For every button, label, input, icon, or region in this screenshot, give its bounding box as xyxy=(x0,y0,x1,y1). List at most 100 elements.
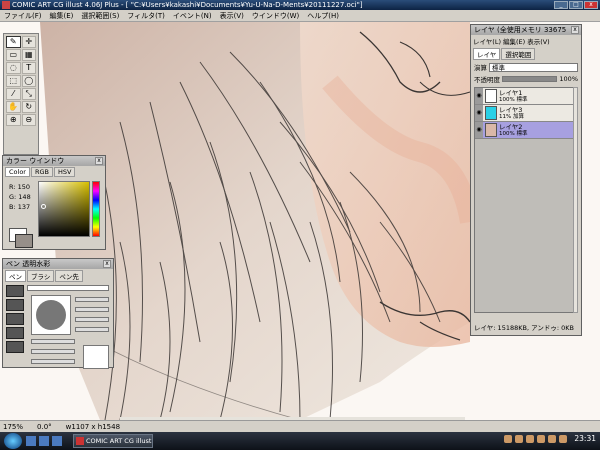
opacity-slider[interactable] xyxy=(502,76,558,82)
menu-view[interactable]: 表示(V) xyxy=(216,11,248,21)
tray-icon[interactable] xyxy=(504,434,513,443)
hand-icon[interactable]: ✋ xyxy=(6,101,21,113)
lasso-tool-icon[interactable]: ◌ xyxy=(6,62,21,74)
brush-preset[interactable] xyxy=(6,285,24,297)
tab-color[interactable]: Color xyxy=(5,167,30,177)
current-color-swatch[interactable] xyxy=(15,234,33,248)
window-title: COMIC ART CG illust 4.06J Plus - [ "C:¥U… xyxy=(12,1,363,9)
app-icon xyxy=(2,1,10,9)
tray-icon[interactable] xyxy=(548,434,557,443)
zoom-in-icon[interactable]: ⊕ xyxy=(6,114,21,126)
quicklaunch-icon[interactable] xyxy=(26,436,36,446)
pen-param-slider[interactable] xyxy=(75,297,109,302)
blend-mode-label: 演算 xyxy=(474,64,487,72)
saturation-value-picker[interactable] xyxy=(38,181,90,237)
menu-event[interactable]: イベント(N) xyxy=(169,11,216,21)
tab-selection[interactable]: 選択範囲 xyxy=(501,48,536,60)
canvas-size: w1107 x h1548 xyxy=(65,422,121,431)
green-value: G: 148 xyxy=(9,193,31,201)
layer-list-scrollbar[interactable] xyxy=(573,87,578,313)
pen-param-slider[interactable] xyxy=(75,307,109,312)
layer-mode: 100% 標準 xyxy=(499,130,528,137)
blend-mode-select[interactable]: 標準 xyxy=(489,62,578,72)
text-tool-icon[interactable]: T xyxy=(21,62,36,74)
status-bar: 175% 0.0° w1107 x h1548 xyxy=(0,420,600,432)
menu-filter[interactable]: フィルタ(T) xyxy=(123,11,169,21)
tab-rgb[interactable]: RGB xyxy=(30,167,53,177)
tray-icon[interactable] xyxy=(559,434,568,443)
quicklaunch-icon[interactable] xyxy=(52,436,62,446)
layer-list: ◉ レイヤ1 100% 標準 ◉ レイヤ3 11% 加算 ◉ レイヤ2 100%… xyxy=(474,87,574,313)
color-window-title-text: カラー ウインドウ xyxy=(6,157,65,165)
brush-preset[interactable] xyxy=(6,313,24,325)
color-window: カラー ウインドウ x Color RGB HSV R: 150 G: 148 … xyxy=(2,155,106,250)
pressure-curve[interactable] xyxy=(83,345,109,369)
menu-help[interactable]: ヘルプ(H) xyxy=(303,11,343,21)
layer-view-menu[interactable]: 表示(V) xyxy=(527,36,550,46)
taskbar: COMIC ART CG illust... 23:31 xyxy=(0,432,600,450)
color-cursor[interactable] xyxy=(41,204,46,209)
transform-icon[interactable]: ⤡ xyxy=(21,88,36,100)
menu-window[interactable]: ウインドウ(W) xyxy=(248,11,303,21)
eye-icon[interactable]: ◉ xyxy=(475,122,483,138)
pen-param-slider[interactable] xyxy=(75,317,109,322)
opacity-value: 100% xyxy=(559,75,578,83)
tray-icon[interactable] xyxy=(526,434,535,443)
eraser-tool-icon[interactable]: ▭ xyxy=(6,49,21,61)
tray-icon[interactable] xyxy=(537,434,546,443)
layer-thumbnail xyxy=(485,89,497,103)
start-button[interactable] xyxy=(4,433,22,449)
hue-slider[interactable] xyxy=(92,181,100,237)
pen-tool-icon[interactable]: ✎ xyxy=(6,36,21,48)
fill-tool-icon[interactable]: ▦ xyxy=(21,49,36,61)
brush-preset[interactable] xyxy=(6,341,24,353)
quicklaunch-icon[interactable] xyxy=(39,436,49,446)
pen-window: ペン 透明水彩 x ペン ブラシ ペン先 xyxy=(2,258,114,369)
rotate-icon[interactable]: ↻ xyxy=(21,101,36,113)
blue-value: B: 137 xyxy=(9,203,31,211)
eyedropper-icon[interactable]: ⁄ xyxy=(6,88,21,100)
brush-preset[interactable] xyxy=(6,327,24,339)
layer-edit-menu[interactable]: 編集(E) xyxy=(503,36,525,46)
close-icon[interactable]: x xyxy=(95,157,103,165)
ellipse-select-icon[interactable]: ◯ xyxy=(21,75,36,87)
close-icon[interactable]: x xyxy=(103,260,111,268)
rect-select-icon[interactable]: ⬚ xyxy=(6,75,21,87)
tab-pen-tip[interactable]: ペン先 xyxy=(55,270,83,282)
tab-layer[interactable]: レイヤ xyxy=(473,48,501,60)
eye-icon[interactable]: ◉ xyxy=(475,88,483,104)
layer-row[interactable]: ◉ レイヤ3 11% 加算 xyxy=(475,105,573,122)
layer-name: レイヤ2 xyxy=(499,122,523,131)
layer-mode: 11% 加算 xyxy=(499,113,524,120)
system-tray: 23:31 xyxy=(504,434,596,443)
maximize-button[interactable]: □ xyxy=(569,1,583,9)
opacity-row: 不透明度 100% xyxy=(471,73,581,85)
tab-hsv[interactable]: HSV xyxy=(54,167,76,177)
close-icon[interactable]: x xyxy=(571,26,579,34)
menu-edit[interactable]: 編集(E) xyxy=(46,11,78,21)
minimize-button[interactable]: _ xyxy=(554,1,568,9)
red-value: R: 150 xyxy=(9,183,30,191)
pen-param-slider[interactable] xyxy=(31,359,75,364)
zoom-out-icon[interactable]: ⊖ xyxy=(21,114,36,126)
brush-size-slider[interactable] xyxy=(27,285,109,291)
layer-mode: 100% 標準 xyxy=(499,96,528,103)
tab-brush[interactable]: ブラシ xyxy=(27,270,55,282)
close-button[interactable]: x xyxy=(584,1,598,9)
layer-row[interactable]: ◉ レイヤ1 100% 標準 xyxy=(475,88,573,105)
menu-selection[interactable]: 選択範囲(S) xyxy=(77,11,123,21)
eye-icon[interactable]: ◉ xyxy=(475,105,483,121)
tray-icon[interactable] xyxy=(515,434,524,443)
layer-row[interactable]: ◉ レイヤ2 100% 標準 xyxy=(475,122,573,139)
pen-param-slider[interactable] xyxy=(31,349,75,354)
tab-pen[interactable]: ペン xyxy=(5,270,26,282)
layer-menu[interactable]: レイヤ(L) xyxy=(473,36,501,46)
move-tool-icon[interactable]: ✛ xyxy=(21,36,36,48)
menu-bar: ファイル(F) 編集(E) 選択範囲(S) フィルタ(T) イベント(N) 表示… xyxy=(0,10,600,22)
zoom-level: 175% xyxy=(3,422,24,431)
pen-param-slider[interactable] xyxy=(31,339,75,344)
brush-preset[interactable] xyxy=(6,299,24,311)
taskbar-app-button[interactable]: COMIC ART CG illust... xyxy=(73,434,153,448)
pen-param-slider[interactable] xyxy=(75,327,109,332)
menu-file[interactable]: ファイル(F) xyxy=(0,11,46,21)
